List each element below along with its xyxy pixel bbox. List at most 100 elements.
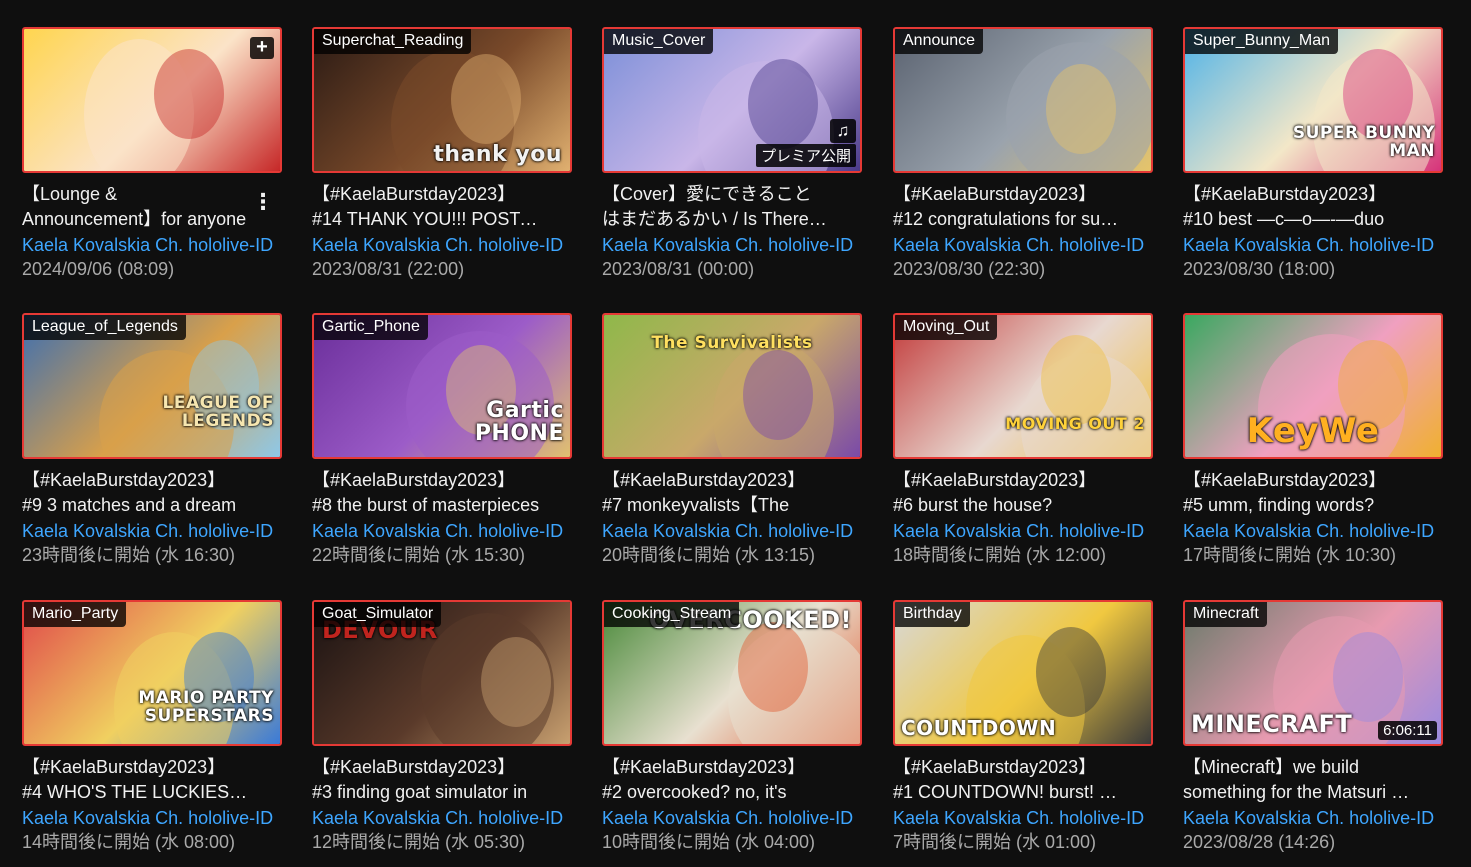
video-card[interactable]: DEVOUR Goat_Simulator 【#KaelaBurstday2023】…	[312, 600, 574, 852]
video-card[interactable]: OVERCOOKED! Cooking_Stream 【#KaelaBurstday…	[602, 600, 864, 852]
video-title-line[interactable]: #3 finding goat simulator in	[312, 780, 540, 805]
video-title-line[interactable]: 【#KaelaBurstday2023】	[312, 755, 540, 780]
video-title[interactable]: 【#KaelaBurstday2023】 #2 overcooked? no, i…	[602, 755, 830, 805]
video-thumbnail[interactable]: SUPER BUNNY MAN Super_Bunny_Man	[1183, 27, 1443, 173]
video-title[interactable]: 【#KaelaBurstday2023】 #7 monkeyvalists【The	[602, 468, 830, 518]
channel-name-link[interactable]: Kaela Kovalskia Ch. hololive-ID	[602, 807, 853, 829]
video-title[interactable]: 【#KaelaBurstday2023】 #10 best ―c―o―-―duo	[1183, 182, 1411, 232]
video-thumbnail[interactable]: MARIO PARTY SUPERSTARS Mario_Party	[22, 600, 282, 746]
video-thumbnail[interactable]: MOVING OUT 2 Moving_Out	[893, 313, 1153, 459]
video-title[interactable]: 【Minecraft】we build something for the Mat…	[1183, 755, 1411, 805]
video-title-line[interactable]: #7 monkeyvalists【The	[602, 493, 830, 518]
video-title-line[interactable]: 【#KaelaBurstday2023】	[1183, 468, 1411, 493]
channel-name-link[interactable]: Kaela Kovalskia Ch. hololive-ID	[22, 234, 273, 256]
video-date: 17時間後に開始 (水 10:30)	[1183, 545, 1397, 565]
video-card[interactable]: Music_Cover ♫ プレミア公開【Cover】愛にできること はまだあるかい …	[602, 27, 864, 279]
video-title[interactable]: 【#KaelaBurstday2023】 #3 finding goat simu…	[312, 755, 540, 805]
video-title[interactable]: 【#KaelaBurstday2023】 #5 umm, finding word…	[1183, 468, 1411, 518]
thumbnail-title-art: The Survivalists	[651, 333, 813, 353]
video-thumbnail[interactable]: Music_Cover ♫ プレミア公開	[602, 27, 862, 173]
video-date: 12時間後に開始 (水 05:30)	[312, 832, 526, 852]
channel-name-link[interactable]: Kaela Kovalskia Ch. hololive-ID	[1183, 234, 1434, 256]
video-thumbnail[interactable]: Announce	[893, 27, 1153, 173]
video-thumbnail[interactable]: OVERCOOKED! Cooking_Stream	[602, 600, 862, 746]
video-title[interactable]: 【#KaelaBurstday2023】 #12 congratulations …	[893, 182, 1121, 232]
channel-name-link[interactable]: Kaela Kovalskia Ch. hololive-ID	[312, 520, 563, 542]
video-date: 2023/08/30 (22:30)	[893, 259, 1046, 279]
video-title[interactable]: 【#KaelaBurstday2023】 #9 3 matches and a d…	[22, 468, 250, 518]
video-title[interactable]: 【#KaelaBurstday2023】 #4 WHO'S THE LUCKIES…	[22, 755, 250, 805]
video-title-line[interactable]: #8 the burst of masterpieces	[312, 493, 540, 518]
video-title-line[interactable]: 【#KaelaBurstday2023】	[312, 182, 540, 207]
video-title-line[interactable]: 【Minecraft】we build	[1183, 755, 1411, 780]
channel-name-link[interactable]: Kaela Kovalskia Ch. hololive-ID	[893, 520, 1144, 542]
video-title-line[interactable]: 【#KaelaBurstday2023】	[1183, 182, 1411, 207]
video-title-line[interactable]: 【#KaelaBurstday2023】	[312, 468, 540, 493]
video-title-line[interactable]: 【#KaelaBurstday2023】	[893, 182, 1121, 207]
video-title-line[interactable]: #9 3 matches and a dream	[22, 493, 250, 518]
channel-name-link[interactable]: Kaela Kovalskia Ch. hololive-ID	[1183, 520, 1434, 542]
video-title-line[interactable]: #12 congratulations for surviving	[893, 207, 1121, 232]
video-title-line[interactable]: 【#KaelaBurstday2023】	[602, 755, 830, 780]
channel-name-link[interactable]: Kaela Kovalskia Ch. hololive-ID	[893, 234, 1144, 256]
video-title-line[interactable]: #10 best ―c―o―-―duo	[1183, 207, 1411, 232]
video-card[interactable]: MARIO PARTY SUPERSTARS Mario_Party 【#Kaela…	[22, 600, 284, 852]
video-title-line[interactable]: 【#KaelaBurstday2023】	[893, 755, 1121, 780]
video-title-line[interactable]: #14 THANK YOU!!! POST-BURSTDAY	[312, 207, 540, 232]
video-card[interactable]: SUPER BUNNY MAN Super_Bunny_Man 【#KaelaBur…	[1183, 27, 1445, 279]
channel-name-link[interactable]: Kaela Kovalskia Ch. hololive-ID	[893, 807, 1144, 829]
video-card[interactable]: Gartic PHONE Gartic_Phone 【#KaelaBurstday2…	[312, 313, 574, 565]
video-title-line[interactable]: 【#KaelaBurstday2023】	[602, 468, 830, 493]
video-title-line[interactable]: #1 COUNTDOWN! burst! burst!	[893, 780, 1121, 805]
channel-name-link[interactable]: Kaela Kovalskia Ch. hololive-ID	[602, 234, 853, 256]
video-card[interactable]: KeyWe 【#KaelaBurstday2023】 #5 umm, finding…	[1183, 313, 1445, 565]
channel-name-link[interactable]: Kaela Kovalskia Ch. hololive-ID	[22, 807, 273, 829]
video-title[interactable]: 【#KaelaBurstday2023】 #8 the burst of mast…	[312, 468, 540, 518]
video-thumbnail[interactable]: thank you Superchat_Reading	[312, 27, 572, 173]
video-thumbnail[interactable]: The Survivalists	[602, 313, 862, 459]
channel-name-link[interactable]: Kaela Kovalskia Ch. hololive-ID	[1183, 807, 1434, 829]
channel-name-link[interactable]: Kaela Kovalskia Ch. hololive-ID	[602, 520, 853, 542]
add-to-queue-icon[interactable]: +	[250, 37, 274, 59]
video-title-line[interactable]: something for the Matsuri house	[1183, 780, 1411, 805]
video-title-line[interactable]: #4 WHO'S THE LUCKIEST ONE?	[22, 780, 250, 805]
thumbnail-figure	[1046, 64, 1116, 154]
video-thumbnail[interactable]: COUNTDOWN Birthday	[893, 600, 1153, 746]
video-title-line[interactable]: #6 burst the house?	[893, 493, 1121, 518]
video-thumbnail[interactable]: KeyWe	[1183, 313, 1443, 459]
video-title-line[interactable]: 【Cover】愛にできること	[602, 182, 830, 207]
video-title-line[interactable]: 【Lounge &	[22, 182, 250, 207]
video-title-line[interactable]: 【#KaelaBurstday2023】	[22, 755, 250, 780]
video-thumbnail[interactable]: DEVOUR Goat_Simulator	[312, 600, 572, 746]
channel-name-link[interactable]: Kaela Kovalskia Ch. hololive-ID	[22, 520, 273, 542]
thumbnail-title-art: thank you	[433, 142, 562, 167]
video-title[interactable]: 【Cover】愛にできること はまだあるかい / Is There Still	[602, 182, 830, 232]
video-title-line[interactable]: #2 overcooked? no, it's	[602, 780, 830, 805]
video-title-line[interactable]: 【#KaelaBurstday2023】	[893, 468, 1121, 493]
video-title-line[interactable]: #5 umm, finding words?	[1183, 493, 1411, 518]
video-category-tag: Birthday	[895, 602, 970, 627]
channel-name-link[interactable]: Kaela Kovalskia Ch. hololive-ID	[312, 234, 563, 256]
video-card[interactable]: COUNTDOWN Birthday 【#KaelaBurstday2023】 #1 …	[893, 600, 1155, 852]
video-card[interactable]: thank you Superchat_Reading 【#KaelaBurstda…	[312, 27, 574, 279]
more-options-icon[interactable]: ⋮	[252, 187, 274, 217]
channel-name-link[interactable]: Kaela Kovalskia Ch. hololive-ID	[312, 807, 563, 829]
video-thumbnail[interactable]: MINECRAFT Minecraft 6:06:11	[1183, 600, 1443, 746]
video-thumbnail[interactable]: +	[22, 27, 282, 173]
video-title-line[interactable]: 【#KaelaBurstday2023】	[22, 468, 250, 493]
video-title[interactable]: 【Lounge & Announcement】for anyone	[22, 182, 250, 232]
video-title[interactable]: 【#KaelaBurstday2023】 #14 THANK YOU!!! POS…	[312, 182, 540, 232]
video-thumbnail[interactable]: LEAGUE OF LEGENDS League_of_Legends	[22, 313, 282, 459]
video-thumbnail[interactable]: Gartic PHONE Gartic_Phone	[312, 313, 572, 459]
video-card[interactable]: + 【Lounge & Announcement】for anyone ⋮ Kaela …	[22, 27, 284, 279]
video-card[interactable]: MOVING OUT 2 Moving_Out 【#KaelaBurstday202…	[893, 313, 1155, 565]
video-date: 2024/09/06 (08:09)	[22, 259, 175, 279]
video-title[interactable]: 【#KaelaBurstday2023】 #6 burst the house?	[893, 468, 1121, 518]
video-card[interactable]: LEAGUE OF LEGENDS League_of_Legends 【#Kael…	[22, 313, 284, 565]
video-title[interactable]: 【#KaelaBurstday2023】 #1 COUNTDOWN! burst!…	[893, 755, 1121, 805]
video-card[interactable]: MINECRAFT Minecraft 6:06:11 【Minecraft】we b…	[1183, 600, 1445, 852]
video-card[interactable]: The Survivalists 【#KaelaBurstday2023】 #7 m…	[602, 313, 864, 565]
video-title-line[interactable]: Announcement】for anyone	[22, 207, 250, 232]
video-title-line[interactable]: はまだあるかい / Is There Still	[602, 207, 830, 232]
video-card[interactable]: Announce 【#KaelaBurstday2023】 #12 congratu…	[893, 27, 1155, 279]
